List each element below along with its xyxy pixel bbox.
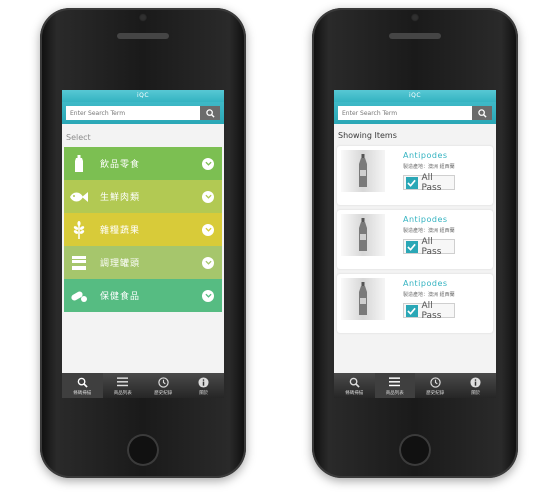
grain-icon	[68, 219, 90, 241]
category-label: 雜糧蔬果	[100, 226, 141, 236]
product-name: Antipodes	[403, 215, 448, 224]
info-icon	[470, 376, 481, 389]
tab-history[interactable]: 歷史紀錄	[415, 373, 456, 398]
tab-label: 商品列表	[385, 390, 404, 396]
all-pass-badge[interactable]: All Pass	[403, 236, 455, 257]
screen-right: iQC Showing Items Antipodes 製造產地：澳洲 紐西蘭 …	[334, 90, 496, 398]
chevron-down-icon	[202, 223, 214, 236]
product-name: Antipodes	[403, 151, 448, 160]
showing-items-heading: Showing Items	[338, 131, 397, 140]
tab-label: 歷史紀錄	[154, 390, 173, 396]
checkmark-icon	[406, 176, 418, 189]
info-icon	[198, 376, 209, 389]
chevron-down-icon	[202, 190, 214, 203]
category-label: 生鮮肉類	[100, 193, 141, 203]
category-grains-produce[interactable]: 雜糧蔬果	[64, 213, 222, 246]
pass-label: All Pass	[421, 300, 442, 321]
screen-left: iQC Select 飲品零食 生鮮肉類	[62, 90, 224, 398]
search-input[interactable]	[66, 106, 200, 120]
category-label: 調理罐頭	[100, 259, 141, 269]
all-pass-badge[interactable]: All Pass	[403, 300, 455, 321]
tab-product-list[interactable]: 商品列表	[103, 373, 144, 398]
product-image	[341, 150, 385, 192]
app-title: iQC	[62, 90, 224, 102]
search-bar	[334, 102, 496, 124]
checkmark-icon	[406, 304, 418, 317]
pass-label: All Pass	[421, 236, 442, 257]
select-label: Select	[66, 133, 91, 142]
tab-label: 歷史紀錄	[426, 390, 445, 396]
product-card[interactable]: Antipodes 製造產地：澳洲 紐西蘭 All Pass	[337, 274, 493, 333]
earpiece	[389, 33, 441, 39]
category-drinks-snacks[interactable]: 飲品零食	[64, 147, 222, 180]
chevron-down-icon	[202, 157, 214, 170]
search-icon	[349, 376, 360, 389]
product-origin: 製造產地：澳洲 紐西蘭	[403, 164, 455, 170]
search-input[interactable]	[338, 106, 472, 120]
product-card[interactable]: Antipodes 製造產地：澳洲 紐西蘭 All Pass	[337, 210, 493, 269]
tab-product-list[interactable]: 商品列表	[374, 373, 415, 398]
home-button[interactable]	[127, 434, 159, 466]
product-origin: 製造產地：澳洲 紐西蘭	[403, 292, 455, 298]
category-label: 飲品零食	[100, 160, 141, 170]
search-bar	[62, 102, 224, 124]
earpiece	[117, 33, 169, 39]
bottle-icon	[68, 153, 90, 175]
list-icon	[389, 376, 401, 389]
app-title: iQC	[334, 90, 496, 102]
front-camera	[410, 13, 420, 22]
product-image	[341, 278, 385, 320]
pill-icon	[68, 285, 90, 307]
pass-label: All Pass	[421, 172, 442, 193]
product-origin: 製造產地：澳洲 紐西蘭	[403, 228, 455, 234]
home-button[interactable]	[399, 434, 431, 466]
fish-icon	[68, 186, 90, 208]
can-icon	[68, 252, 90, 274]
tab-about[interactable]: 關於	[184, 373, 225, 398]
bottle-icon	[359, 218, 367, 251]
category-list: 飲品零食 生鮮肉類 雜糧蔬果 調理罐頭 保健食品	[62, 147, 224, 312]
search-button[interactable]	[472, 106, 492, 120]
product-image	[341, 214, 385, 256]
chevron-down-icon	[202, 256, 214, 269]
checkmark-icon	[406, 240, 418, 253]
category-canned-food[interactable]: 調理罐頭	[64, 246, 222, 279]
tab-label: 關於	[471, 390, 481, 396]
category-health-supplements[interactable]: 保健食品	[64, 279, 222, 312]
list-icon	[117, 376, 129, 389]
front-camera	[138, 13, 148, 22]
bottle-icon	[359, 154, 367, 187]
bottle-icon	[359, 282, 367, 315]
product-card[interactable]: Antipodes 製造產地：澳洲 紐西蘭 All Pass	[337, 146, 493, 205]
tab-barcode-scan[interactable]: 條碼掃描	[334, 373, 375, 398]
phone-left: iQC Select 飲品零食 生鮮肉類	[40, 8, 246, 478]
search-icon	[77, 376, 88, 389]
product-name: Antipodes	[403, 279, 448, 288]
category-fresh-meat[interactable]: 生鮮肉類	[64, 180, 222, 213]
clock-icon	[430, 376, 441, 389]
tab-history[interactable]: 歷史紀錄	[143, 373, 184, 398]
tab-label: 關於	[199, 390, 209, 396]
chevron-down-icon	[202, 289, 214, 302]
search-icon	[205, 108, 215, 118]
tab-bar: 條碼掃描 商品列表 歷史紀錄 關於	[334, 373, 496, 398]
tab-barcode-scan[interactable]: 條碼掃描	[62, 373, 103, 398]
search-icon	[477, 108, 487, 118]
clock-icon	[158, 376, 169, 389]
tab-about[interactable]: 關於	[456, 373, 497, 398]
search-button[interactable]	[200, 106, 220, 120]
tab-bar: 條碼掃描 商品列表 歷史紀錄 關於	[62, 373, 224, 398]
category-label: 保健食品	[100, 292, 141, 302]
tab-label: 條碼掃描	[73, 390, 92, 396]
phone-right: iQC Showing Items Antipodes 製造產地：澳洲 紐西蘭 …	[312, 8, 518, 478]
tab-label: 商品列表	[113, 390, 132, 396]
all-pass-badge[interactable]: All Pass	[403, 172, 455, 193]
tab-label: 條碼掃描	[345, 390, 364, 396]
